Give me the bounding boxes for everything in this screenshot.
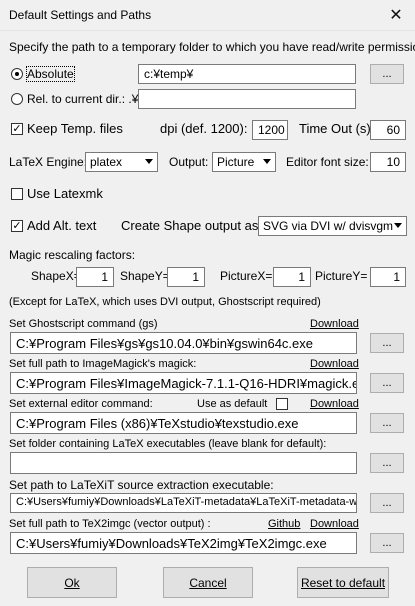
editor-download-link[interactable]: Download <box>310 398 359 410</box>
output-label: Output: <box>169 155 208 169</box>
title-bar: Default Settings and Paths ✕ <box>0 0 415 31</box>
latexmk-checkbox[interactable] <box>11 188 23 200</box>
cancel-button[interactable]: Cancel <box>163 567 253 598</box>
shape-x-input[interactable]: 1 <box>76 267 114 287</box>
shape-output-select[interactable]: SVG via DVI w/ dvisvgm <box>258 216 407 236</box>
tex2img-github-link[interactable]: Github <box>268 518 300 530</box>
timeout-input[interactable]: 60 <box>370 120 406 140</box>
keep-temp-label: Keep Temp. files <box>27 121 123 136</box>
tex2img-input[interactable]: C:¥Users¥fumiy¥Downloads¥TeX2img¥TeX2img… <box>10 532 357 554</box>
reset-label: Reset to default <box>301 576 385 590</box>
ghostscript-download-link[interactable]: Download <box>310 318 359 330</box>
magick-download-link[interactable]: Download <box>310 358 359 370</box>
shape-output-label: Create Shape output as: <box>121 218 262 233</box>
engine-value: platex <box>90 155 122 169</box>
picture-x-input[interactable]: 1 <box>273 267 311 287</box>
reset-button[interactable]: Reset to default <box>297 567 389 598</box>
close-icon[interactable]: ✕ <box>383 3 409 27</box>
alt-text-label: Add Alt. text <box>27 218 96 233</box>
shape-y-input[interactable]: 1 <box>167 267 205 287</box>
latex-folder-browse-button[interactable]: ... <box>370 453 404 473</box>
rescale-note: (Except for LaTeX, which uses DVI output… <box>9 296 321 308</box>
latexmk-label: Use Latexmk <box>27 186 103 201</box>
latex-folder-input[interactable] <box>10 452 357 474</box>
latexit-label: Set path to LaTeXiT source extraction ex… <box>9 478 274 492</box>
engine-select[interactable]: platex <box>85 152 158 172</box>
latexit-browse-button[interactable]: ... <box>370 493 404 513</box>
shape-x-label: ShapeX= <box>31 269 81 283</box>
ok-button[interactable]: Ok <box>27 567 117 598</box>
editor-input[interactable]: C:¥Program Files (x86)¥TeXstudio¥texstud… <box>10 412 357 434</box>
rescale-title: Magic rescaling factors: <box>9 248 135 262</box>
alt-text-checkbox[interactable]: ✓ <box>11 220 23 232</box>
absolute-radio[interactable] <box>11 68 23 80</box>
cancel-label: Cancel <box>189 576 226 590</box>
ghostscript-browse-button[interactable]: ... <box>370 333 404 353</box>
editor-font-input[interactable]: 10 <box>370 152 406 172</box>
use-as-default-checkbox[interactable] <box>276 398 288 410</box>
relative-radio[interactable] <box>11 93 23 105</box>
tex2img-browse-button[interactable]: ... <box>370 533 404 553</box>
chevron-down-icon <box>394 223 402 228</box>
ghostscript-input[interactable]: C:¥Program Files¥gs¥gs10.04.0¥bin¥gswin6… <box>10 332 357 354</box>
ok-label: Ok <box>64 576 79 590</box>
absolute-path-input[interactable]: c:¥temp¥ <box>138 64 356 84</box>
tex2img-download-link[interactable]: Download <box>310 518 359 530</box>
dpi-label: dpi (def. 1200): <box>160 121 247 136</box>
shape-output-value: SVG via DVI w/ dvisvgm <box>263 219 393 233</box>
dpi-input[interactable]: 1200 <box>252 120 288 140</box>
keep-temp-checkbox[interactable]: ✓ <box>11 123 23 135</box>
picture-y-label: PictureY= <box>315 269 367 283</box>
relative-label[interactable]: Rel. to current dir.: .¥ <box>27 92 138 106</box>
shape-y-label: ShapeY= <box>120 269 170 283</box>
output-select[interactable]: Picture <box>212 152 276 172</box>
window-title: Default Settings and Paths <box>9 8 151 22</box>
editor-font-label: Editor font size: <box>286 155 369 169</box>
latexit-input[interactable]: C:¥Users¥fumiy¥Downloads¥LaTeXiT-metadat… <box>10 493 357 513</box>
ghostscript-label: Set Ghostscript command (gs) <box>9 318 158 330</box>
absolute-label[interactable]: Absolute <box>27 67 74 81</box>
absolute-browse-button[interactable]: ... <box>370 64 404 84</box>
chevron-down-icon <box>145 159 153 164</box>
output-value: Picture <box>217 155 254 169</box>
timeout-label: Time Out (s): <box>299 121 374 136</box>
engine-label: LaTeX Engine: <box>9 155 87 169</box>
relative-path-input[interactable] <box>138 89 356 109</box>
temp-instruction: Specify the path to a temporary folder t… <box>9 40 415 54</box>
magick-browse-button[interactable]: ... <box>370 373 404 393</box>
latex-folder-label: Set folder containing LaTeX executables … <box>9 438 326 450</box>
magick-input[interactable]: C:¥Program Files¥ImageMagick-7.1.1-Q16-H… <box>10 372 357 394</box>
chevron-down-icon <box>263 159 271 164</box>
editor-browse-button[interactable]: ... <box>370 413 404 433</box>
picture-y-input[interactable]: 1 <box>370 267 406 287</box>
magick-label: Set full path to ImageMagick's magick: <box>9 358 196 370</box>
editor-label: Set external editor command: <box>9 398 153 410</box>
use-as-default-label: Use as default <box>197 398 267 410</box>
picture-x-label: PictureX= <box>220 269 272 283</box>
tex2img-label: Set full path to TeX2imgc (vector output… <box>9 518 211 530</box>
